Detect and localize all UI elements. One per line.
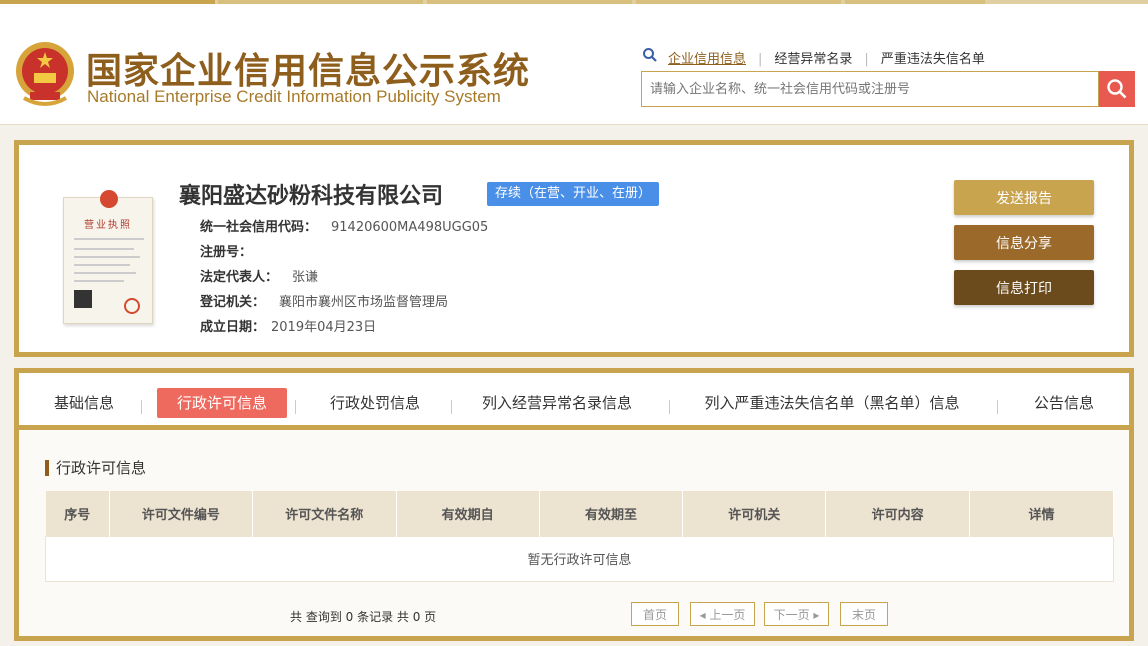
info-reg-number: 注册号： — [200, 245, 253, 260]
info-established-date: 成立日期： 2019年04月23日 — [200, 320, 377, 335]
company-summary-card: 营业执照 襄阳盛达砂粉科技有限公司 存续（在营、开业、在册） 统一社会信用代码：… — [14, 140, 1134, 357]
tab-admin-license[interactable]: 行政许可信息 — [157, 388, 287, 418]
info-registration-authority: 登记机关： 襄阳市襄州区市场监督管理局 — [200, 295, 449, 310]
col-details: 详情 — [969, 491, 1114, 536]
share-info-button[interactable]: 信息分享 — [954, 225, 1094, 260]
print-info-button[interactable]: 信息打印 — [954, 270, 1094, 305]
col-valid-from: 有效期自 — [396, 491, 540, 536]
col-index: 序号 — [45, 491, 110, 536]
tab-abnormal-list[interactable]: 列入经营异常名录信息 — [467, 388, 647, 418]
next-page-button[interactable]: 下一页 ▸ — [764, 602, 829, 626]
search-icon — [643, 48, 657, 62]
qr-code-icon — [74, 290, 92, 308]
details-card: 基础信息 行政许可信息 行政处罚信息 列入经营异常名录信息 列入严重违法失信名单… — [14, 368, 1134, 641]
empty-message: 暂无行政许可信息 — [45, 535, 1114, 582]
company-name: 襄阳盛达砂粉科技有限公司 — [179, 184, 444, 209]
col-authority: 许可机关 — [682, 491, 827, 536]
send-report-button[interactable]: 发送报告 — [954, 180, 1094, 215]
col-valid-to: 有效期至 — [539, 491, 684, 536]
section-title: 行政许可信息 — [45, 460, 146, 476]
info-tabs: 基础信息 行政许可信息 行政处罚信息 列入经营异常名录信息 列入严重违法失信名单… — [19, 373, 1129, 430]
site-subtitle: National Enterprise Credit Information P… — [87, 87, 501, 106]
col-file-number: 许可文件编号 — [109, 491, 253, 536]
top-nav: 企业信用信息 | 经营异常名录 | 严重违法失信名单 — [668, 52, 985, 67]
license-stamp-icon — [124, 298, 140, 314]
site-header: 国家企业信用信息公示系统 National Enterprise Credit … — [0, 4, 1148, 125]
business-license-image[interactable]: 营业执照 — [63, 190, 153, 324]
col-content: 许可内容 — [825, 491, 971, 536]
prev-page-button[interactable]: ◂ 上一页 — [690, 602, 755, 626]
license-table: 序号 许可文件编号 许可文件名称 有效期自 有效期至 许可机关 许可内容 详情 … — [45, 491, 1114, 582]
tab-basic-info[interactable]: 基础信息 — [41, 388, 127, 418]
search-input[interactable] — [641, 71, 1099, 107]
nav-abnormal-list[interactable]: 经营异常名录 — [774, 52, 852, 67]
info-legal-rep: 法定代表人： 张谦 — [200, 270, 319, 285]
tab-announcements[interactable]: 公告信息 — [1021, 388, 1107, 418]
table-row: 暂无行政许可信息 — [45, 535, 1114, 582]
status-badge: 存续（在营、开业、在册） — [487, 182, 660, 206]
first-page-button[interactable]: 首页 — [631, 602, 679, 626]
last-page-button[interactable]: 末页 — [840, 602, 888, 626]
col-file-name: 许可文件名称 — [252, 491, 397, 536]
license-seal-icon — [100, 190, 118, 208]
nav-enterprise-credit[interactable]: 企业信用信息 — [668, 52, 746, 67]
search-button[interactable] — [1099, 71, 1135, 107]
pager-summary: 共 查询到 0 条记录 共 0 页 — [290, 610, 437, 624]
nav-blacklist[interactable]: 严重违法失信名单 — [881, 52, 985, 67]
search-magnifier-icon — [1107, 79, 1127, 99]
tab-admin-penalty[interactable]: 行政处罚信息 — [315, 388, 435, 418]
license-title: 营业执照 — [84, 220, 132, 231]
table-header-row: 序号 许可文件编号 许可文件名称 有效期自 有效期至 许可机关 许可内容 详情 — [45, 491, 1114, 536]
national-emblem-icon — [16, 42, 74, 106]
tab-blacklist[interactable]: 列入严重违法失信名单（黑名单）信息 — [689, 388, 975, 418]
info-credit-code: 统一社会信用代码： 91420600MA498UGG05 — [200, 220, 489, 235]
